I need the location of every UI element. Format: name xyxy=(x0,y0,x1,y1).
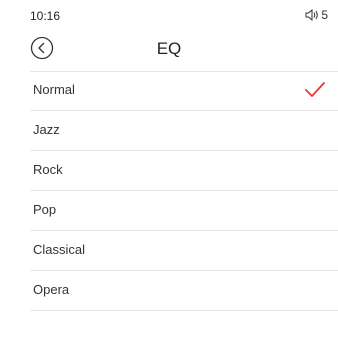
eq-option-label: Jazz xyxy=(33,122,60,137)
eq-option-label: Opera xyxy=(33,282,70,297)
volume-level: 5 xyxy=(321,8,328,22)
header: EQ xyxy=(0,30,338,71)
status-time: 10:16 xyxy=(30,9,61,23)
eq-list: Normal Jazz Rock Pop Classical Opera xyxy=(0,71,338,311)
eq-option-jazz[interactable]: Jazz xyxy=(0,111,338,151)
eq-option-classical[interactable]: Classical xyxy=(0,231,338,271)
check-icon xyxy=(305,82,325,97)
eq-option-label: Rock xyxy=(33,162,63,177)
eq-option-label: Pop xyxy=(33,202,57,217)
eq-option-opera[interactable]: Opera xyxy=(0,271,338,311)
eq-option-pop[interactable]: Pop xyxy=(0,191,338,231)
eq-option-normal[interactable]: Normal xyxy=(0,71,338,111)
eq-option-rock[interactable]: Rock xyxy=(0,151,338,191)
speaker-icon xyxy=(305,9,319,21)
page-title: EQ xyxy=(156,39,182,58)
status-bar: 10:16 5 xyxy=(0,0,338,30)
status-volume: 5 xyxy=(305,8,328,22)
eq-option-label: Classical xyxy=(33,242,86,257)
eq-option-label: Normal xyxy=(33,82,75,97)
